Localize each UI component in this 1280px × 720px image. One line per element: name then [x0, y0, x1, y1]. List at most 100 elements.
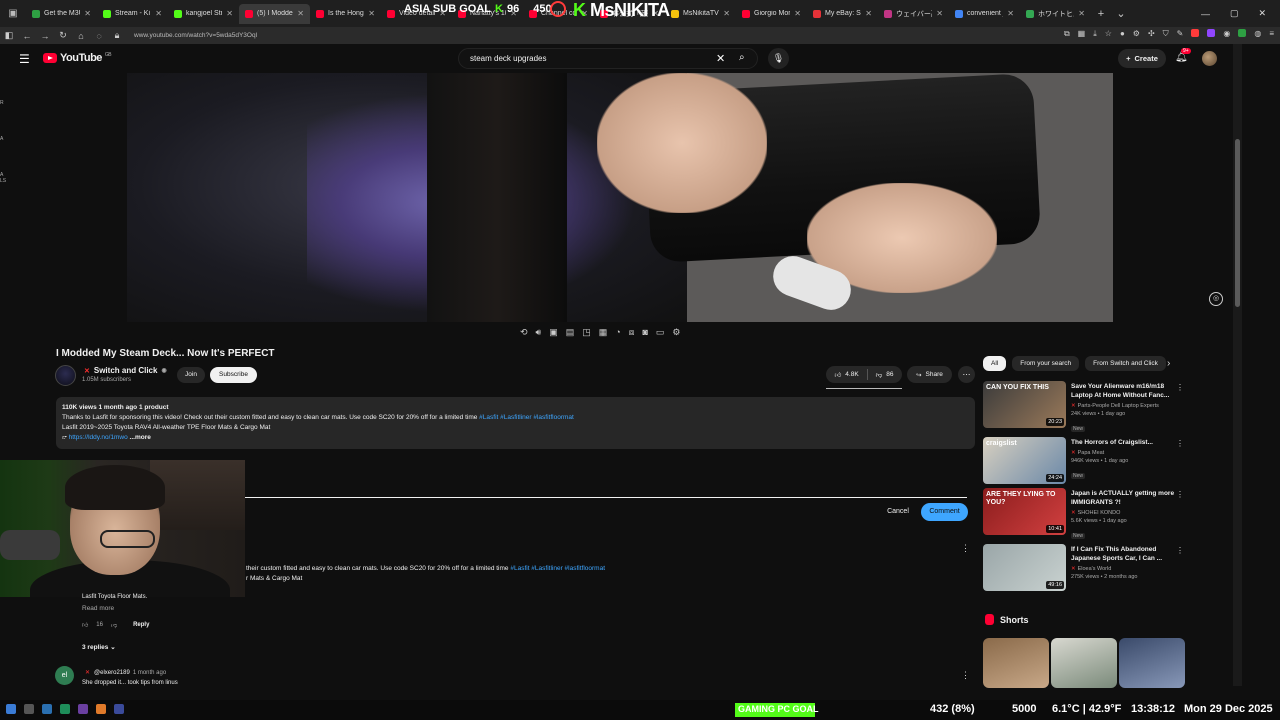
close-window-icon[interactable]: ✕ — [1258, 8, 1266, 19]
star-icon[interactable]: ☆ — [1105, 29, 1112, 39]
video-channel[interactable]: Parts-People Dell Laptop Experts — [1078, 403, 1159, 409]
video-thumbnail[interactable]: CAN YOU FIX THIS 20:23 — [983, 381, 1066, 428]
read-more-link[interactable]: Read more — [82, 605, 114, 612]
screenshot-ctrl-icon[interactable]: ▣ — [549, 327, 558, 342]
shield-icon[interactable]: ◌ — [90, 31, 108, 41]
description-more[interactable]: ...more — [130, 434, 151, 441]
filter-chip[interactable]: From Switch and Click — [1085, 356, 1166, 371]
video-title[interactable]: Japan is ACTUALLY getting more IMMIGRANT… — [1071, 489, 1176, 507]
video-channel[interactable]: Papa Meat — [1078, 450, 1105, 456]
tab-close-icon[interactable]: ✕ — [226, 9, 233, 18]
purple-ext-icon[interactable] — [1207, 29, 1216, 37]
browser-tab[interactable]: MsNikitaTV - Fi ✕ — [665, 4, 736, 24]
dislike-count[interactable]: 86 — [886, 371, 893, 378]
profile-icon[interactable]: ◍ — [1254, 29, 1261, 39]
filter-chip[interactable]: All — [983, 356, 1007, 371]
camera-icon[interactable]: ◙ — [642, 327, 647, 342]
loop-icon[interactable]: ⟲ — [520, 327, 528, 342]
video-thumbnail[interactable]: craigslist 24:24 — [983, 437, 1066, 484]
tab-close-icon[interactable]: ✕ — [155, 9, 162, 18]
download-icon[interactable]: ⤓ — [1093, 29, 1097, 39]
taskview-icon[interactable] — [24, 704, 34, 714]
page-scrollbar[interactable] — [1233, 44, 1242, 686]
recommended-video[interactable]: CAN YOU FIX THIS 20:23 Save Your Alienware… — [983, 381, 1184, 432]
browser-tab[interactable]: kangjoel Stream✕ — [168, 4, 239, 24]
minimize-icon[interactable]: — — [1201, 9, 1210, 19]
ext-gear-icon[interactable]: ⚙ — [1133, 29, 1140, 39]
sidebar-toggle-icon[interactable]: ◧ — [0, 30, 18, 41]
settings-gear-icon[interactable]: ⚙ — [672, 327, 680, 342]
recommended-video[interactable]: ARE THEY LYING TO YOU? 10:41 Japan is ACTU… — [983, 488, 1184, 539]
pen-icon[interactable]: ✎ — [1177, 29, 1184, 39]
video-title[interactable]: If I Can Fix This Abandoned Japanese Spo… — [1071, 545, 1176, 563]
video-menu-icon[interactable]: ⋮ — [1176, 383, 1184, 392]
search-input[interactable]: steam deck upgrades — [470, 54, 547, 63]
comment-dislike-icon[interactable]: 👎︎ — [111, 621, 117, 629]
commenter-avatar[interactable]: el — [55, 666, 74, 685]
short-thumbnail[interactable] — [983, 638, 1049, 688]
pip-icon[interactable]: ⧈ — [629, 327, 635, 342]
tab-close-icon[interactable]: ✕ — [936, 9, 943, 18]
maximize-icon[interactable]: ▢ — [1230, 8, 1239, 19]
reload-icon[interactable]: ↻ — [54, 30, 72, 41]
search-box[interactable]: steam deck upgrades ✕ ⌕ — [458, 48, 758, 69]
like-icon[interactable]: 👍︎ — [834, 371, 841, 379]
app-green-icon[interactable] — [60, 704, 70, 714]
tab-close-icon[interactable]: ✕ — [865, 9, 872, 18]
mic-icon[interactable]: 🎙︎ — [768, 48, 789, 69]
tab-close-icon[interactable]: ✕ — [1078, 9, 1085, 18]
share-button[interactable]: ↪ Share — [907, 366, 952, 383]
tab-close-icon[interactable]: ✕ — [1007, 9, 1014, 18]
keyboard-icon[interactable]: ▭ — [656, 327, 665, 342]
recommended-video[interactable]: craigslist 24:24 The Horrors of Craigslist… — [983, 437, 1184, 485]
shield-ext-icon[interactable]: ⛉ — [1163, 29, 1169, 39]
browser-tab[interactable]: (5) I Modded M ✕ — [239, 3, 310, 24]
subscribe-button[interactable]: Subscribe — [210, 367, 257, 383]
submit-comment-button[interactable]: Comment — [921, 503, 968, 521]
short-thumbnail[interactable] — [1119, 638, 1185, 688]
workspace-icon[interactable]: ▣ — [0, 8, 26, 19]
replies-toggle[interactable]: 3 replies ⌄ — [82, 643, 116, 651]
obs-icon[interactable] — [114, 704, 124, 714]
browser-tab[interactable]: Giorgio Moroda✕ — [736, 4, 807, 24]
speed-icon[interactable]: ◔ — [615, 327, 620, 342]
browser-tab[interactable]: Stream - Ki ✕ — [97, 4, 168, 24]
join-button[interactable]: Join — [177, 367, 205, 383]
start-icon[interactable] — [6, 704, 16, 714]
browser-tab[interactable]: My eBay: Selling ✕ — [807, 4, 878, 24]
cancel-comment-button[interactable]: Cancel — [880, 503, 916, 521]
red-ext-icon[interactable] — [1191, 29, 1200, 37]
browser-tab[interactable]: Is the Hong Kon ✕ — [310, 4, 381, 24]
like-count[interactable]: 4.8K — [845, 371, 858, 378]
browser-app-icon[interactable] — [96, 704, 106, 714]
browser-tab[interactable]: ウェイバー高杉 ✕ — [878, 4, 949, 24]
create-button[interactable]: + Create — [1118, 49, 1166, 68]
video-title[interactable]: Save Your Alienware m16/m18 Laptop At Ho… — [1071, 382, 1176, 400]
browser-tab[interactable]: ホワイトヒルズ ✕ — [1020, 4, 1091, 24]
ext-dot2-icon[interactable]: ◉ — [1223, 29, 1230, 39]
clear-search-icon[interactable]: ✕ — [716, 52, 725, 65]
video-menu-icon[interactable]: ⋮ — [1176, 490, 1184, 499]
video-menu-icon[interactable]: ⋮ — [1176, 546, 1184, 555]
reply-button[interactable]: Reply — [133, 622, 149, 628]
video-thumbnail[interactable]: ARE THEY LYING TO YOU? 10:41 — [983, 488, 1066, 535]
video-menu-icon[interactable]: ⋮ — [1176, 439, 1184, 448]
video-channel[interactable]: SHOHEI KONDO — [1078, 510, 1121, 516]
video-thumbnail[interactable]: 49:16 — [983, 544, 1066, 591]
explorer-icon[interactable] — [42, 704, 52, 714]
url-field[interactable]: www.youtube.com/watch?v=5wda5dY3Oql — [134, 32, 257, 39]
pinned-hashtags[interactable]: #Lasfit #Lasfitliner #lasfitfloormat — [510, 565, 605, 572]
channel-avatar[interactable] — [55, 365, 76, 386]
tab-list-chevron-icon[interactable]: ⌄ — [1111, 7, 1131, 20]
search-icon[interactable]: ⌕ — [739, 52, 745, 63]
browser-tab[interactable]: convenient jelo ✕ — [949, 4, 1020, 24]
puzzle-icon[interactable]: ✣ — [1148, 29, 1155, 39]
tab-close-icon[interactable]: ✕ — [297, 9, 304, 18]
forward-icon[interactable]: → — [36, 31, 54, 41]
image-icon[interactable]: ▦ — [1078, 29, 1086, 39]
comment-menu-icon[interactable]: ⋮ — [961, 543, 970, 554]
tab-close-icon[interactable]: ✕ — [84, 9, 91, 18]
channel-name[interactable]: Switch and Click — [94, 366, 158, 375]
video-player[interactable] — [127, 73, 1113, 322]
recommended-video[interactable]: 49:16 If I Can Fix This Abandoned Japanes… — [983, 544, 1184, 592]
